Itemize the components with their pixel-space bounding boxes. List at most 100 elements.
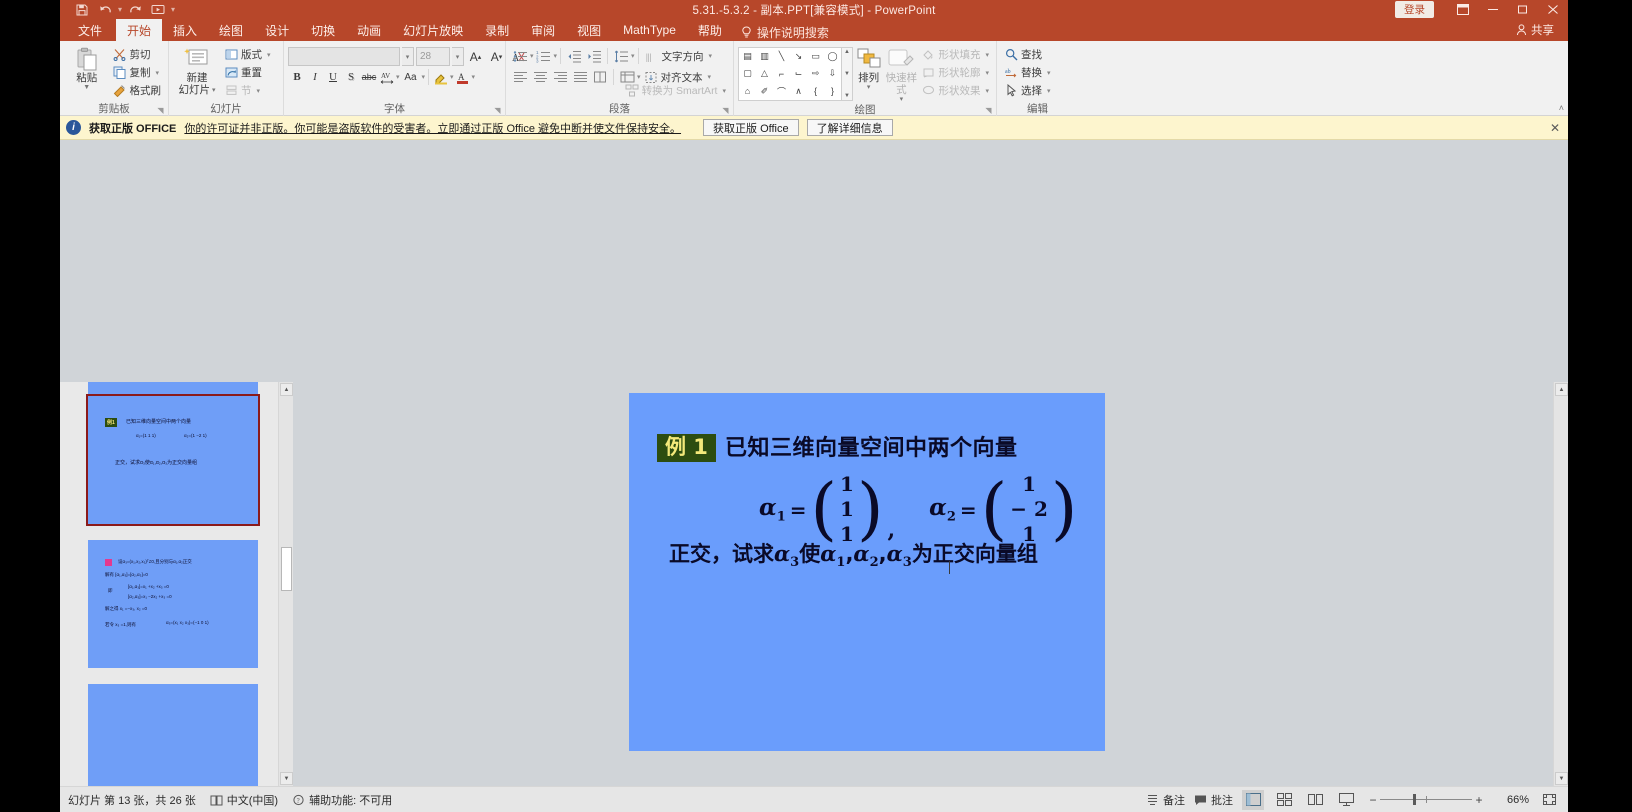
slide-thumbnail-pane[interactable]: 13 ✸ 例1 已知三维向量空间中两个向量 α₁=(1 1 1) α₂=(1 −…: [60, 382, 278, 786]
current-slide[interactable]: 例 1 已知三维向量空间中两个向量 α1 = ( 1 1 1) , α2 = …: [629, 393, 1105, 751]
shape-elbow-arrow-icon[interactable]: ⌙: [790, 65, 807, 82]
shape-vertical-textbox-icon[interactable]: ▥: [756, 48, 773, 65]
tab-review[interactable]: 审阅: [520, 19, 566, 41]
font-color-button[interactable]: A: [454, 68, 472, 86]
collapse-ribbon-button[interactable]: ˄: [1559, 103, 1564, 113]
chevron-down-icon[interactable]: ▾: [867, 84, 871, 91]
tab-animations[interactable]: 动画: [346, 19, 392, 41]
slide-count-label[interactable]: 幻灯片 第 13 张，共 26 张: [68, 792, 196, 808]
shrink-font-button[interactable]: A ▾: [487, 47, 506, 66]
copy-button[interactable]: 复制 ▾: [110, 64, 165, 81]
align-left-button[interactable]: [510, 68, 530, 86]
shape-elbow-connector-icon[interactable]: ⌐: [773, 65, 790, 82]
view-slideshow-button[interactable]: [1335, 790, 1357, 810]
tab-draw[interactable]: 绘图: [208, 19, 254, 41]
chevron-down-icon[interactable]: ▾: [156, 69, 160, 77]
change-case-button[interactable]: Aa: [400, 68, 422, 86]
scroll-up-icon[interactable]: ▲: [280, 383, 293, 396]
reset-button[interactable]: 重置: [221, 64, 274, 81]
font-name-input[interactable]: [288, 47, 400, 66]
tab-view[interactable]: 视图: [566, 19, 612, 41]
align-center-button[interactable]: [530, 68, 550, 86]
chevron-down-icon[interactable]: ▾: [631, 52, 635, 60]
font-name-dropdown-icon[interactable]: ▾: [402, 47, 414, 66]
scroll-up-icon[interactable]: ▲: [844, 49, 850, 55]
notes-button[interactable]: 备注: [1146, 792, 1185, 808]
format-painter-button[interactable]: 格式刷: [110, 82, 165, 99]
clipboard-dialog-launcher[interactable]: ◥: [156, 106, 165, 115]
minimize-icon[interactable]: [1478, 0, 1508, 19]
sign-in-button[interactable]: 登录: [1395, 1, 1434, 18]
zoom-slider[interactable]: − +: [1366, 793, 1486, 807]
slide-editing-area[interactable]: 例 1 已知三维向量空间中两个向量 α1 = ( 1 1 1) , α2 = …: [293, 382, 1553, 786]
vector-definitions-row[interactable]: α1 = ( 1 1 1 ) , α2 = (1 − 2 1): [759, 472, 1077, 547]
tab-transitions[interactable]: 切换: [300, 19, 346, 41]
thumbnail-pane-scrollbar[interactable]: ▲ ▼: [278, 382, 293, 786]
scroll-down-icon[interactable]: ▼: [1555, 772, 1568, 785]
chevron-down-icon[interactable]: ▾: [900, 96, 904, 103]
underline-button[interactable]: U: [324, 68, 342, 86]
chevron-down-icon[interactable]: ▼: [83, 84, 90, 91]
shape-arrow-icon[interactable]: ↘: [790, 48, 807, 65]
start-slideshow-icon[interactable]: [148, 1, 168, 18]
text-direction-button[interactable]: ||| 文字方向 ▾: [642, 48, 716, 65]
zoom-track[interactable]: [1380, 794, 1472, 805]
quick-styles-button[interactable]: 快速样式 ▾: [884, 44, 918, 103]
zoom-in-button[interactable]: +: [1472, 793, 1486, 807]
chevron-down-icon[interactable]: ▾: [212, 87, 216, 94]
scroll-up-icon[interactable]: ▲: [1555, 383, 1568, 396]
chevron-down-icon[interactable]: ▾: [985, 51, 989, 59]
justify-button[interactable]: [570, 68, 590, 86]
restore-icon[interactable]: [1508, 0, 1538, 19]
thumbnail-13[interactable]: 13 ✸ 例1 已知三维向量空间中两个向量 α₁=(1 1 1) α₂=(1 −…: [86, 394, 260, 526]
zoom-percentage[interactable]: 66%: [1495, 794, 1529, 806]
columns-button[interactable]: [590, 68, 610, 86]
customize-quick-access-toolbar-icon[interactable]: ▾: [171, 5, 175, 14]
shapes-gallery[interactable]: ▤ ▥ ╲ ↘ ▭ ◯ ▢ △ ⌐ ⌙ ⇨ ⇩ ⌂ ✐ ⌒ ∧ {}: [738, 47, 842, 101]
undo-icon[interactable]: [95, 1, 115, 18]
shape-scribble-icon[interactable]: ✐: [756, 83, 773, 100]
bullets-button[interactable]: [510, 47, 530, 65]
accessibility-indicator[interactable]: ? 辅助功能: 不可用: [292, 792, 392, 808]
shape-right-brace-icon[interactable]: }: [824, 83, 841, 100]
scroll-down-icon[interactable]: ▼: [844, 71, 850, 77]
tab-record[interactable]: 录制: [474, 19, 520, 41]
ribbon-display-options-icon[interactable]: [1448, 0, 1478, 19]
notification-message[interactable]: 你的许可证并非正版。你可能是盗版软件的受害者。立即通过正版 Office 避免中…: [184, 120, 681, 136]
save-icon[interactable]: [72, 1, 92, 18]
thumbnail-15[interactable]: 15 ✸: [88, 684, 258, 786]
tab-help[interactable]: 帮助: [687, 19, 733, 41]
tab-insert[interactable]: 插入: [162, 19, 208, 41]
shape-oval-icon[interactable]: ◯: [824, 48, 841, 65]
slide-title-row[interactable]: 例 1 已知三维向量空间中两个向量: [657, 430, 1017, 462]
grow-font-button[interactable]: A ▴: [466, 47, 485, 66]
shape-outline-button[interactable]: 形状轮廓 ▾: [918, 64, 992, 81]
learn-more-button[interactable]: 了解详细信息: [806, 119, 893, 136]
bold-button[interactable]: B: [288, 68, 306, 86]
increase-indent-button[interactable]: [584, 47, 604, 65]
shape-down-arrow-icon[interactable]: ⇩: [824, 65, 841, 82]
shape-right-arrow-icon[interactable]: ⇨: [807, 65, 824, 82]
shape-rectangle-icon[interactable]: ▭: [807, 48, 824, 65]
thumbnail-14[interactable]: 14 ✸ 设α₃=(x₁,x₂,x₃)ᵀ≠0,且分别与α₁,α₂正交 解有 [α…: [88, 540, 258, 668]
tab-home[interactable]: 开始: [116, 19, 163, 41]
replace-button[interactable]: ab 替换 ▾: [1001, 64, 1054, 81]
gallery-more-icon[interactable]: ▼: [844, 93, 850, 99]
new-slide-button[interactable]: 新建 幻灯片 ▾: [173, 44, 221, 96]
zoom-out-button[interactable]: −: [1366, 793, 1380, 807]
character-spacing-button[interactable]: AV: [378, 68, 396, 86]
view-slide-sorter-button[interactable]: [1273, 790, 1295, 810]
paste-button[interactable]: 粘贴 ▼: [64, 44, 110, 91]
arrange-button[interactable]: 排列 ▾: [853, 44, 884, 91]
close-icon[interactable]: ✕: [1550, 121, 1560, 135]
text-shadow-button[interactable]: S: [342, 68, 360, 86]
drawing-dialog-launcher[interactable]: ◥: [984, 106, 993, 115]
shape-left-brace-icon[interactable]: {: [807, 83, 824, 100]
shape-triangle-icon[interactable]: △: [756, 65, 773, 82]
chevron-down-icon[interactable]: ▾: [709, 52, 713, 60]
italic-button[interactable]: I: [306, 68, 324, 86]
numbering-button[interactable]: 123: [534, 47, 554, 65]
chevron-down-icon[interactable]: ▾: [1047, 69, 1051, 77]
paragraph-dialog-launcher[interactable]: ◥: [721, 106, 730, 115]
font-size-input[interactable]: 28: [416, 47, 450, 66]
